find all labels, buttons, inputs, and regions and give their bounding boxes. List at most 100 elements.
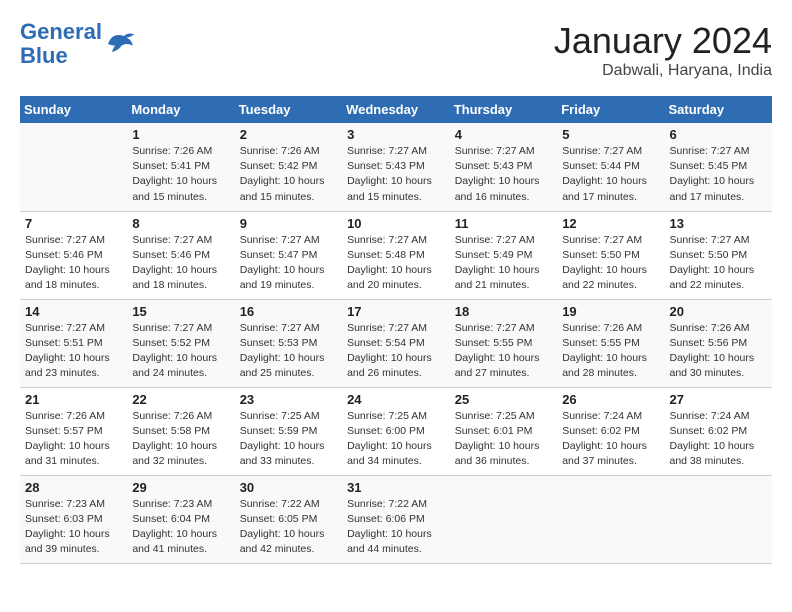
day-info: and 25 minutes.: [240, 366, 337, 381]
day-info: Daylight: 10 hours: [347, 174, 445, 189]
calendar-cell: [557, 475, 664, 563]
header-cell-sunday: Sunday: [20, 96, 127, 123]
day-info: Sunset: 5:43 PM: [347, 159, 445, 174]
day-info: Sunset: 5:53 PM: [240, 336, 337, 351]
day-info: Sunrise: 7:27 AM: [669, 233, 767, 248]
day-info: Sunrise: 7:24 AM: [562, 409, 659, 424]
calendar-cell: 2Sunrise: 7:26 AMSunset: 5:42 PMDaylight…: [235, 123, 342, 211]
day-info: Daylight: 10 hours: [455, 439, 552, 454]
day-info: and 18 minutes.: [132, 278, 229, 293]
day-info: and 24 minutes.: [132, 366, 229, 381]
day-info: Sunset: 5:56 PM: [669, 336, 767, 351]
calendar-header: SundayMondayTuesdayWednesdayThursdayFrid…: [20, 96, 772, 123]
week-row-1: 1Sunrise: 7:26 AMSunset: 5:41 PMDaylight…: [20, 123, 772, 211]
day-info: and 15 minutes.: [132, 190, 229, 205]
day-info: Daylight: 10 hours: [132, 263, 229, 278]
day-info: Sunrise: 7:27 AM: [347, 321, 445, 336]
day-info: Sunset: 6:03 PM: [25, 512, 122, 527]
day-number: 8: [132, 216, 229, 231]
day-info: and 21 minutes.: [455, 278, 552, 293]
calendar-table: SundayMondayTuesdayWednesdayThursdayFrid…: [20, 96, 772, 564]
calendar-cell: 17Sunrise: 7:27 AMSunset: 5:54 PMDayligh…: [342, 299, 450, 387]
day-info: Sunrise: 7:27 AM: [347, 233, 445, 248]
day-info: Daylight: 10 hours: [25, 439, 122, 454]
day-info: and 30 minutes.: [669, 366, 767, 381]
header-cell-saturday: Saturday: [664, 96, 772, 123]
calendar-cell: 13Sunrise: 7:27 AMSunset: 5:50 PMDayligh…: [664, 211, 772, 299]
day-info: Daylight: 10 hours: [562, 351, 659, 366]
calendar-cell: 7Sunrise: 7:27 AMSunset: 5:46 PMDaylight…: [20, 211, 127, 299]
day-info: and 37 minutes.: [562, 454, 659, 469]
calendar-cell: 8Sunrise: 7:27 AMSunset: 5:46 PMDaylight…: [127, 211, 234, 299]
day-info: Sunrise: 7:27 AM: [25, 321, 122, 336]
day-info: Sunrise: 7:22 AM: [240, 497, 337, 512]
day-number: 1: [132, 127, 229, 142]
day-info: and 44 minutes.: [347, 542, 445, 557]
calendar-cell: 12Sunrise: 7:27 AMSunset: 5:50 PMDayligh…: [557, 211, 664, 299]
day-info: Sunset: 5:51 PM: [25, 336, 122, 351]
day-number: 5: [562, 127, 659, 142]
day-info: Sunrise: 7:27 AM: [455, 144, 552, 159]
day-number: 17: [347, 304, 445, 319]
day-info: Sunrise: 7:26 AM: [240, 144, 337, 159]
week-row-3: 14Sunrise: 7:27 AMSunset: 5:51 PMDayligh…: [20, 299, 772, 387]
day-info: Sunset: 5:46 PM: [132, 248, 229, 263]
day-info: Sunset: 5:50 PM: [562, 248, 659, 263]
day-info: and 39 minutes.: [25, 542, 122, 557]
day-info: Sunrise: 7:27 AM: [455, 321, 552, 336]
day-info: Sunset: 6:01 PM: [455, 424, 552, 439]
day-info: Daylight: 10 hours: [25, 527, 122, 542]
day-info: Sunset: 5:48 PM: [347, 248, 445, 263]
calendar-cell: 24Sunrise: 7:25 AMSunset: 6:00 PMDayligh…: [342, 387, 450, 475]
page-header: General Blue January 2024 Dabwali, Harya…: [20, 20, 772, 80]
day-info: Daylight: 10 hours: [347, 263, 445, 278]
day-number: 29: [132, 480, 229, 495]
day-number: 15: [132, 304, 229, 319]
calendar-cell: 3Sunrise: 7:27 AMSunset: 5:43 PMDaylight…: [342, 123, 450, 211]
day-info: and 19 minutes.: [240, 278, 337, 293]
day-info: and 16 minutes.: [455, 190, 552, 205]
day-number: 16: [240, 304, 337, 319]
day-number: 7: [25, 216, 122, 231]
day-number: 4: [455, 127, 552, 142]
day-info: Daylight: 10 hours: [669, 351, 767, 366]
day-info: Sunset: 5:52 PM: [132, 336, 229, 351]
calendar-cell: 9Sunrise: 7:27 AMSunset: 5:47 PMDaylight…: [235, 211, 342, 299]
day-info: Sunrise: 7:27 AM: [25, 233, 122, 248]
calendar-cell: 21Sunrise: 7:26 AMSunset: 5:57 PMDayligh…: [20, 387, 127, 475]
month-title: January 2024: [554, 20, 772, 62]
day-info: and 17 minutes.: [669, 190, 767, 205]
day-info: Sunrise: 7:26 AM: [669, 321, 767, 336]
day-number: 31: [347, 480, 445, 495]
day-number: 26: [562, 392, 659, 407]
day-info: Daylight: 10 hours: [455, 263, 552, 278]
day-info: and 15 minutes.: [240, 190, 337, 205]
calendar-cell: 1Sunrise: 7:26 AMSunset: 5:41 PMDaylight…: [127, 123, 234, 211]
day-info: Sunset: 6:00 PM: [347, 424, 445, 439]
day-info: Sunset: 5:59 PM: [240, 424, 337, 439]
day-info: Sunset: 5:47 PM: [240, 248, 337, 263]
day-info: Sunset: 6:04 PM: [132, 512, 229, 527]
day-info: Daylight: 10 hours: [347, 527, 445, 542]
day-info: Daylight: 10 hours: [132, 527, 229, 542]
day-number: 21: [25, 392, 122, 407]
day-info: Sunrise: 7:26 AM: [132, 409, 229, 424]
logo-text: General Blue: [20, 20, 102, 68]
calendar-body: 1Sunrise: 7:26 AMSunset: 5:41 PMDaylight…: [20, 123, 772, 563]
calendar-cell: 15Sunrise: 7:27 AMSunset: 5:52 PMDayligh…: [127, 299, 234, 387]
calendar-cell: 20Sunrise: 7:26 AMSunset: 5:56 PMDayligh…: [664, 299, 772, 387]
day-info: Sunrise: 7:25 AM: [455, 409, 552, 424]
calendar-cell: 25Sunrise: 7:25 AMSunset: 6:01 PMDayligh…: [450, 387, 557, 475]
day-number: 22: [132, 392, 229, 407]
day-info: Sunset: 5:55 PM: [562, 336, 659, 351]
calendar-cell: 4Sunrise: 7:27 AMSunset: 5:43 PMDaylight…: [450, 123, 557, 211]
day-number: 12: [562, 216, 659, 231]
calendar-cell: 11Sunrise: 7:27 AMSunset: 5:49 PMDayligh…: [450, 211, 557, 299]
day-info: Sunrise: 7:22 AM: [347, 497, 445, 512]
day-info: Daylight: 10 hours: [240, 263, 337, 278]
title-section: January 2024 Dabwali, Haryana, India: [554, 20, 772, 80]
calendar-cell: 28Sunrise: 7:23 AMSunset: 6:03 PMDayligh…: [20, 475, 127, 563]
day-info: and 18 minutes.: [25, 278, 122, 293]
day-info: Sunrise: 7:27 AM: [132, 321, 229, 336]
day-info: Sunrise: 7:26 AM: [562, 321, 659, 336]
